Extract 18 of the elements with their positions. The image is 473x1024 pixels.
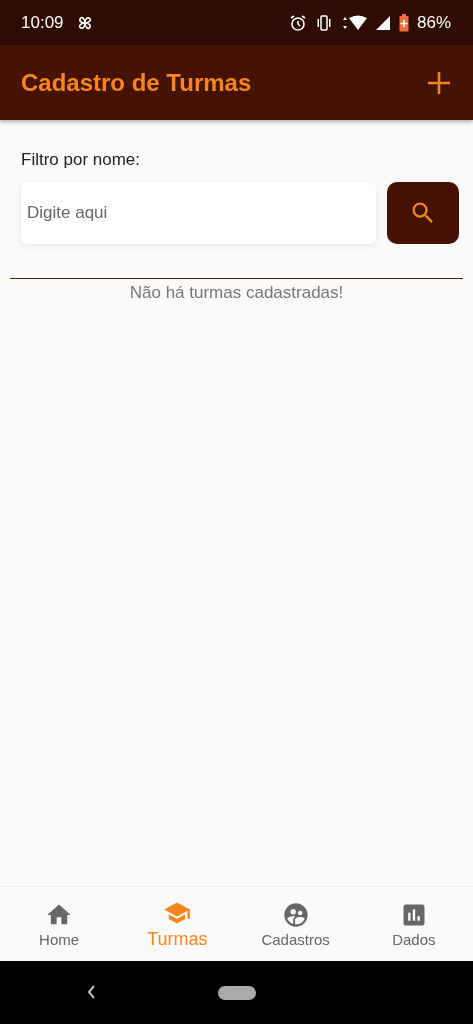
search-button[interactable]: [387, 182, 459, 244]
wifi-icon: [340, 14, 367, 31]
nav-tab[interactable]: Cadastros: [236, 887, 355, 961]
plus-icon: [426, 69, 452, 96]
back-icon[interactable]: [86, 984, 96, 1000]
app-title: Cadastro de Turmas: [21, 68, 253, 97]
signal-icon: [374, 14, 391, 31]
nav-tab[interactable]: Home: [0, 887, 119, 961]
search-field[interactable]: Digite aqui: [21, 182, 376, 244]
clock: 10:09: [21, 12, 64, 33]
nav-tab[interactable]: Dados: [354, 887, 473, 961]
add-button[interactable]: [426, 69, 452, 96]
home-pill[interactable]: [217, 985, 256, 1000]
battery-percentage: 86%: [416, 12, 451, 33]
battery-icon: [398, 13, 409, 32]
alarm-icon: [288, 13, 307, 32]
filter-label: Filtro por nome:: [21, 150, 142, 170]
empty-message: Não há turmas cadastradas!: [128, 283, 345, 303]
